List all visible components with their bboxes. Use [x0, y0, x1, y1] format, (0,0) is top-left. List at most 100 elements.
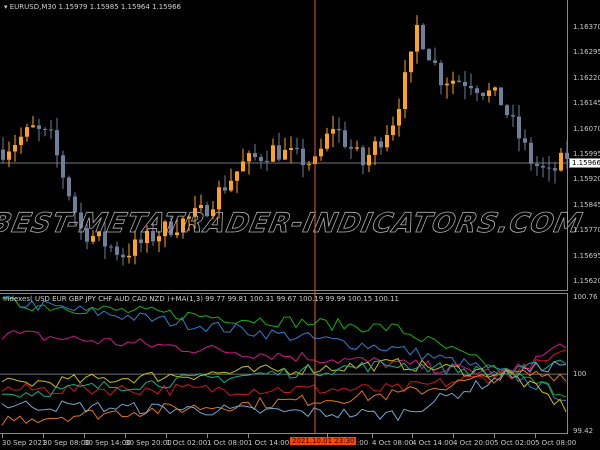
- price-tick-label: 1.15845: [573, 200, 600, 209]
- price-tick-label: 1.16145: [573, 99, 600, 108]
- index-line-cad: [1, 359, 567, 398]
- watermark: BEST-METATRADER-INDICATORS.COM: [0, 208, 586, 239]
- candle-body: [439, 62, 443, 86]
- candle-body: [289, 148, 293, 150]
- indicator-axis-mid: 100: [573, 370, 587, 378]
- candle-body: [529, 142, 533, 164]
- time-tick: [494, 434, 495, 438]
- time-tick: [2, 434, 3, 438]
- time-tick: [125, 434, 126, 438]
- candle-body: [7, 151, 11, 160]
- candle-body: [373, 141, 377, 155]
- time-tick-label: 4 Oct 08:00: [372, 439, 414, 447]
- candle-body: [139, 239, 143, 243]
- candle-body: [397, 109, 401, 126]
- time-tick-label: 4 Oct 14:00: [412, 439, 454, 447]
- time-tick: [248, 434, 249, 438]
- candle-body: [349, 146, 353, 149]
- candle-body: [331, 129, 335, 134]
- candle-body: [391, 125, 395, 135]
- price-tick-label: 1.15620: [573, 277, 600, 285]
- time-tick: [43, 434, 44, 438]
- candle-body: [559, 152, 563, 171]
- candle-body: [283, 149, 287, 160]
- time-tick-label: 30 Sep 14:00: [84, 439, 131, 447]
- candle-body: [361, 147, 365, 166]
- candle-body: [259, 157, 263, 162]
- candle-body: [49, 129, 53, 131]
- time-tick: [535, 434, 536, 438]
- candle-body: [235, 171, 239, 181]
- candle-body: [115, 246, 119, 255]
- time-tick: [207, 434, 208, 438]
- candle-body: [109, 246, 113, 248]
- candle-body: [457, 80, 461, 82]
- menu-triangle-icon[interactable]: ▾: [4, 3, 8, 11]
- candle-body: [295, 148, 299, 150]
- time-tick: [84, 434, 85, 438]
- candle-body: [19, 136, 23, 146]
- price-tick-label: 1.16295: [573, 48, 600, 57]
- candle-body: [241, 161, 245, 172]
- time-tick-label: 30 Sep 20:00: [125, 439, 172, 447]
- candle-body: [487, 90, 491, 97]
- candle-body: [415, 24, 419, 52]
- time-tick: [412, 434, 413, 438]
- candle-body: [541, 165, 545, 168]
- price-tick-label: 1.16070: [573, 124, 600, 133]
- candle-body: [481, 92, 485, 97]
- candle-body: [265, 161, 269, 163]
- symbol-label: EURUSD,M30: [9, 3, 57, 11]
- candle-body: [55, 130, 59, 156]
- candle-body: [253, 153, 257, 158]
- candle-body: [121, 254, 125, 258]
- candle-body: [421, 24, 425, 50]
- candle-body: [277, 145, 281, 160]
- price-tick-label: 1.15770: [573, 226, 600, 235]
- candle-body: [445, 83, 449, 86]
- candle-body: [271, 145, 275, 162]
- candle-body: [127, 255, 131, 258]
- ohlc-values: 1.15979 1.15985 1.15964 1.15966: [58, 3, 181, 11]
- indicator-title: Indexes( USD EUR GBP JPY CHF AUD CAD NZD…: [3, 295, 399, 303]
- current-price-label: 1.15966: [569, 158, 600, 168]
- time-tick: [453, 434, 454, 438]
- candle-body: [505, 105, 509, 116]
- candle-body: [451, 80, 455, 84]
- candle-body: [307, 164, 311, 166]
- candle-body: [517, 116, 521, 139]
- chart-canvas[interactable]: BEST-METATRADER-INDICATORS.COM: [0, 0, 600, 450]
- candle-body: [427, 49, 431, 61]
- indicator-axis-top: 100.76: [573, 293, 598, 301]
- candle-body: [403, 72, 407, 110]
- candle-body: [325, 133, 329, 149]
- candle-body: [475, 88, 479, 93]
- time-tick-label: 5 Oct 02:00: [494, 439, 536, 447]
- candle-body: [67, 177, 71, 197]
- candle-body: [553, 168, 557, 171]
- candle-body: [61, 155, 65, 178]
- candle-body: [217, 187, 221, 210]
- candle-body: [223, 187, 227, 191]
- time-tick-label: 30 Sep 2021: [2, 439, 47, 447]
- candle-body: [13, 145, 17, 152]
- time-tick: [166, 434, 167, 438]
- index-line-eur: [1, 297, 567, 398]
- price-tick-label: 1.15995: [573, 150, 600, 158]
- candle-body: [247, 153, 251, 162]
- candle-body: [229, 180, 233, 191]
- candle-body: [133, 239, 137, 256]
- chart-title: ▾ EURUSD,M30 1.15979 1.15985 1.15964 1.1…: [4, 3, 181, 11]
- time-tick-label: 5 Oct 08:00: [535, 439, 577, 447]
- candle-body: [319, 148, 323, 157]
- candle-body: [409, 51, 413, 73]
- candle-body: [337, 129, 341, 131]
- candle-body: [385, 134, 389, 148]
- price-tick-label: 1.15695: [573, 251, 600, 260]
- candle-body: [547, 167, 551, 169]
- candle-body: [535, 163, 539, 166]
- candle-body: [499, 87, 503, 106]
- candle-body: [31, 125, 35, 128]
- candle-body: [367, 154, 371, 166]
- index-line-aud: [1, 368, 567, 426]
